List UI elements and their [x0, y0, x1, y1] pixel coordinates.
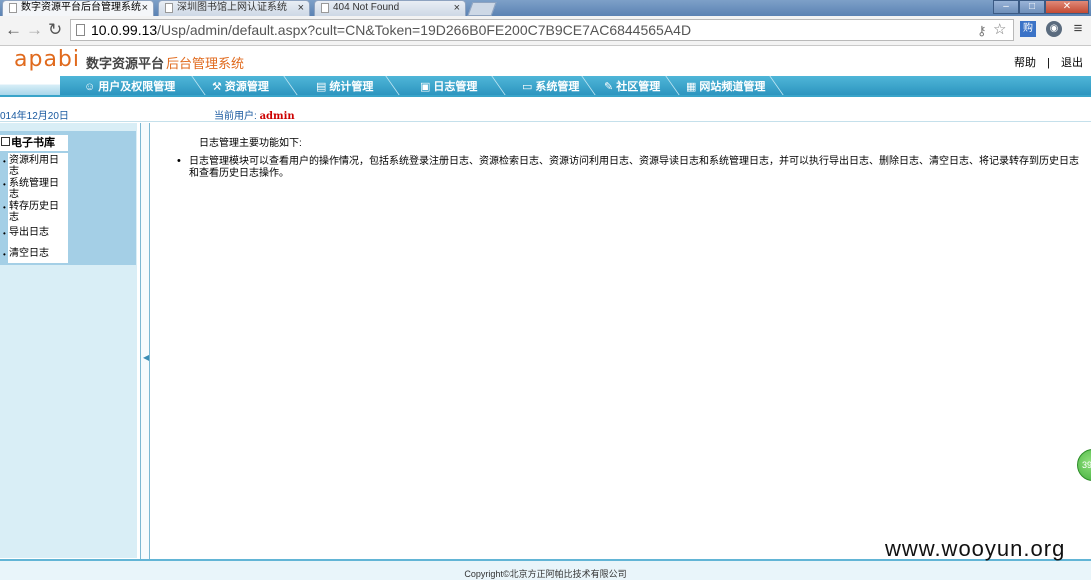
key-icon[interactable]: ⚷: [977, 21, 987, 41]
tab-title: 404 Not Found: [333, 2, 400, 13]
sidebar-toggle[interactable]: ◀: [140, 123, 150, 559]
main-content: 日志管理主要功能如下: 日志管理模块可以查看用户的操作情况，包括系统登录注册日志…: [151, 123, 1091, 558]
browser-tab-bar: 数字资源平台后台管理系统 × 深圳图书馆上网认证系统 × 404 Not Fou…: [0, 0, 1091, 16]
help-link[interactable]: 帮助: [1014, 57, 1036, 69]
logo: apabi: [14, 47, 81, 72]
page-icon: [76, 24, 85, 36]
menu-label: 统计管理: [329, 81, 374, 93]
menu-label: 资源管理: [224, 81, 269, 93]
current-user-label: 当前用户:: [214, 111, 257, 122]
menu-statistics[interactable]: ▤ 统计管理: [316, 78, 373, 94]
current-date: 014年12月20日: [0, 111, 69, 122]
content-description: 日志管理模块可以查看用户的操作情况，包括系统登录注册日志、资源检索日志、资源访问…: [177, 155, 1084, 180]
menu-system[interactable]: ▭ 系统管理: [522, 78, 579, 94]
menu-resources[interactable]: ⚒ 资源管理: [212, 78, 269, 94]
menu-label: 社区管理: [616, 81, 661, 93]
logout-link[interactable]: 退出: [1061, 57, 1083, 69]
close-window-button[interactable]: ✕: [1045, 0, 1089, 14]
menu-users[interactable]: ☺ 用户及权限管理: [84, 78, 175, 94]
browser-tab[interactable]: 404 Not Found ×: [314, 0, 466, 16]
shopping-extension-icon[interactable]: 购: [1020, 21, 1036, 37]
window-controls: – □ ✕: [993, 0, 1089, 14]
browser-tab-active[interactable]: 数字资源平台后台管理系统 ×: [2, 0, 154, 16]
watermark: www.wooyun.org: [885, 536, 1066, 561]
log-icon: ▣: [420, 81, 431, 93]
content-intro: 日志管理主要功能如下:: [199, 138, 302, 149]
back-icon[interactable]: ←: [5, 20, 22, 40]
current-user-name: admin: [259, 111, 295, 122]
menu-community[interactable]: ✎ 社区管理: [604, 78, 660, 94]
page-icon: [165, 3, 173, 13]
menu-logs[interactable]: ▣ 日志管理: [420, 78, 477, 94]
current-user: 当前用户: admin: [214, 107, 295, 122]
grid-icon: ▦: [686, 81, 697, 93]
sidebar-item-history-log[interactable]: 转存历史日志: [3, 201, 67, 223]
new-tab-button[interactable]: [467, 2, 497, 16]
tools-icon: ⚒: [212, 81, 222, 93]
menu-label: 日志管理: [433, 81, 478, 93]
page-icon: [321, 3, 329, 13]
sidebar-header[interactable]: 电子书库: [0, 135, 68, 151]
monitor-icon: ▭: [522, 81, 533, 93]
top-links: 帮助 | 退出: [1006, 54, 1083, 70]
sidebar-item-export-log[interactable]: 导出日志: [3, 227, 67, 239]
reload-icon[interactable]: ↻: [48, 20, 62, 40]
menu-label: 网站频道管理: [699, 81, 766, 93]
browser-tab[interactable]: 深圳图书馆上网认证系统 ×: [158, 0, 310, 16]
tab-close-icon[interactable]: ×: [298, 1, 304, 15]
url-host: 10.0.99.13: [91, 22, 158, 38]
system-name: 后台管理系统: [166, 56, 245, 71]
link-divider: |: [1047, 57, 1050, 69]
tab-title: 数字资源平台后台管理系统: [21, 2, 141, 13]
footer: Copyright©北京方正阿帕比技术有限公司: [0, 559, 1091, 580]
extension-icon[interactable]: ◉: [1046, 21, 1062, 37]
url-path: /Usp/admin/default.aspx?cult=CN&Token=19…: [157, 22, 692, 38]
tab-close-icon[interactable]: ×: [142, 1, 148, 15]
maximize-button[interactable]: □: [1019, 0, 1045, 14]
forward-icon[interactable]: →: [26, 20, 43, 40]
collapse-icon[interactable]: [1, 137, 10, 146]
sidebar-box: 电子书库 资源利用日志 系统管理日志 转存历史日志 导出日志 清空日志: [0, 131, 136, 265]
sidebar-item-system-log[interactable]: 系统管理日志: [3, 178, 67, 200]
browser-toolbar: ← → ↻ 10.0.99.13/Usp/admin/default.aspx?…: [0, 16, 1091, 46]
collapse-arrow-icon: ◀: [143, 353, 150, 362]
menu-icon[interactable]: ≡: [1070, 21, 1086, 37]
site-header: apabi 数字资源平台 后台管理系统 帮助 | 退出: [0, 46, 1091, 76]
sidebar-item-resource-log[interactable]: 资源利用日志: [3, 155, 67, 177]
community-icon: ✎: [604, 81, 614, 93]
main-menu: ☺ 用户及权限管理 ⚒ 资源管理 ▤ 统计管理 ▣ 日志管理 ▭ 系统管理 ✎ 社区管理 ▦…: [0, 76, 1091, 97]
users-icon: ☺: [84, 81, 96, 93]
page-icon: [9, 3, 17, 13]
info-bar: 014年12月20日 当前用户: admin: [0, 97, 1091, 122]
menu-label: 系统管理: [535, 81, 580, 93]
menu-site-channels[interactable]: ▦ 网站频道管理: [686, 78, 765, 94]
chart-icon: ▤: [316, 81, 327, 93]
sidebar-title: 电子书库: [11, 137, 55, 149]
minimize-button[interactable]: –: [993, 0, 1019, 14]
star-icon[interactable]: ☆: [993, 20, 1006, 40]
sidebar-list: 资源利用日志 系统管理日志 转存历史日志 导出日志 清空日志: [3, 153, 68, 263]
sidebar: 电子书库 资源利用日志 系统管理日志 转存历史日志 导出日志 清空日志: [0, 123, 137, 558]
address-bar[interactable]: 10.0.99.13/Usp/admin/default.aspx?cult=C…: [70, 19, 1014, 41]
menu-label: 用户及权限管理: [98, 81, 176, 93]
sidebar-item-clear-log[interactable]: 清空日志: [3, 248, 67, 260]
logo-subtitle: 数字资源平台: [86, 56, 165, 71]
tab-title: 深圳图书馆上网认证系统: [177, 2, 287, 13]
tab-close-icon[interactable]: ×: [454, 1, 460, 15]
